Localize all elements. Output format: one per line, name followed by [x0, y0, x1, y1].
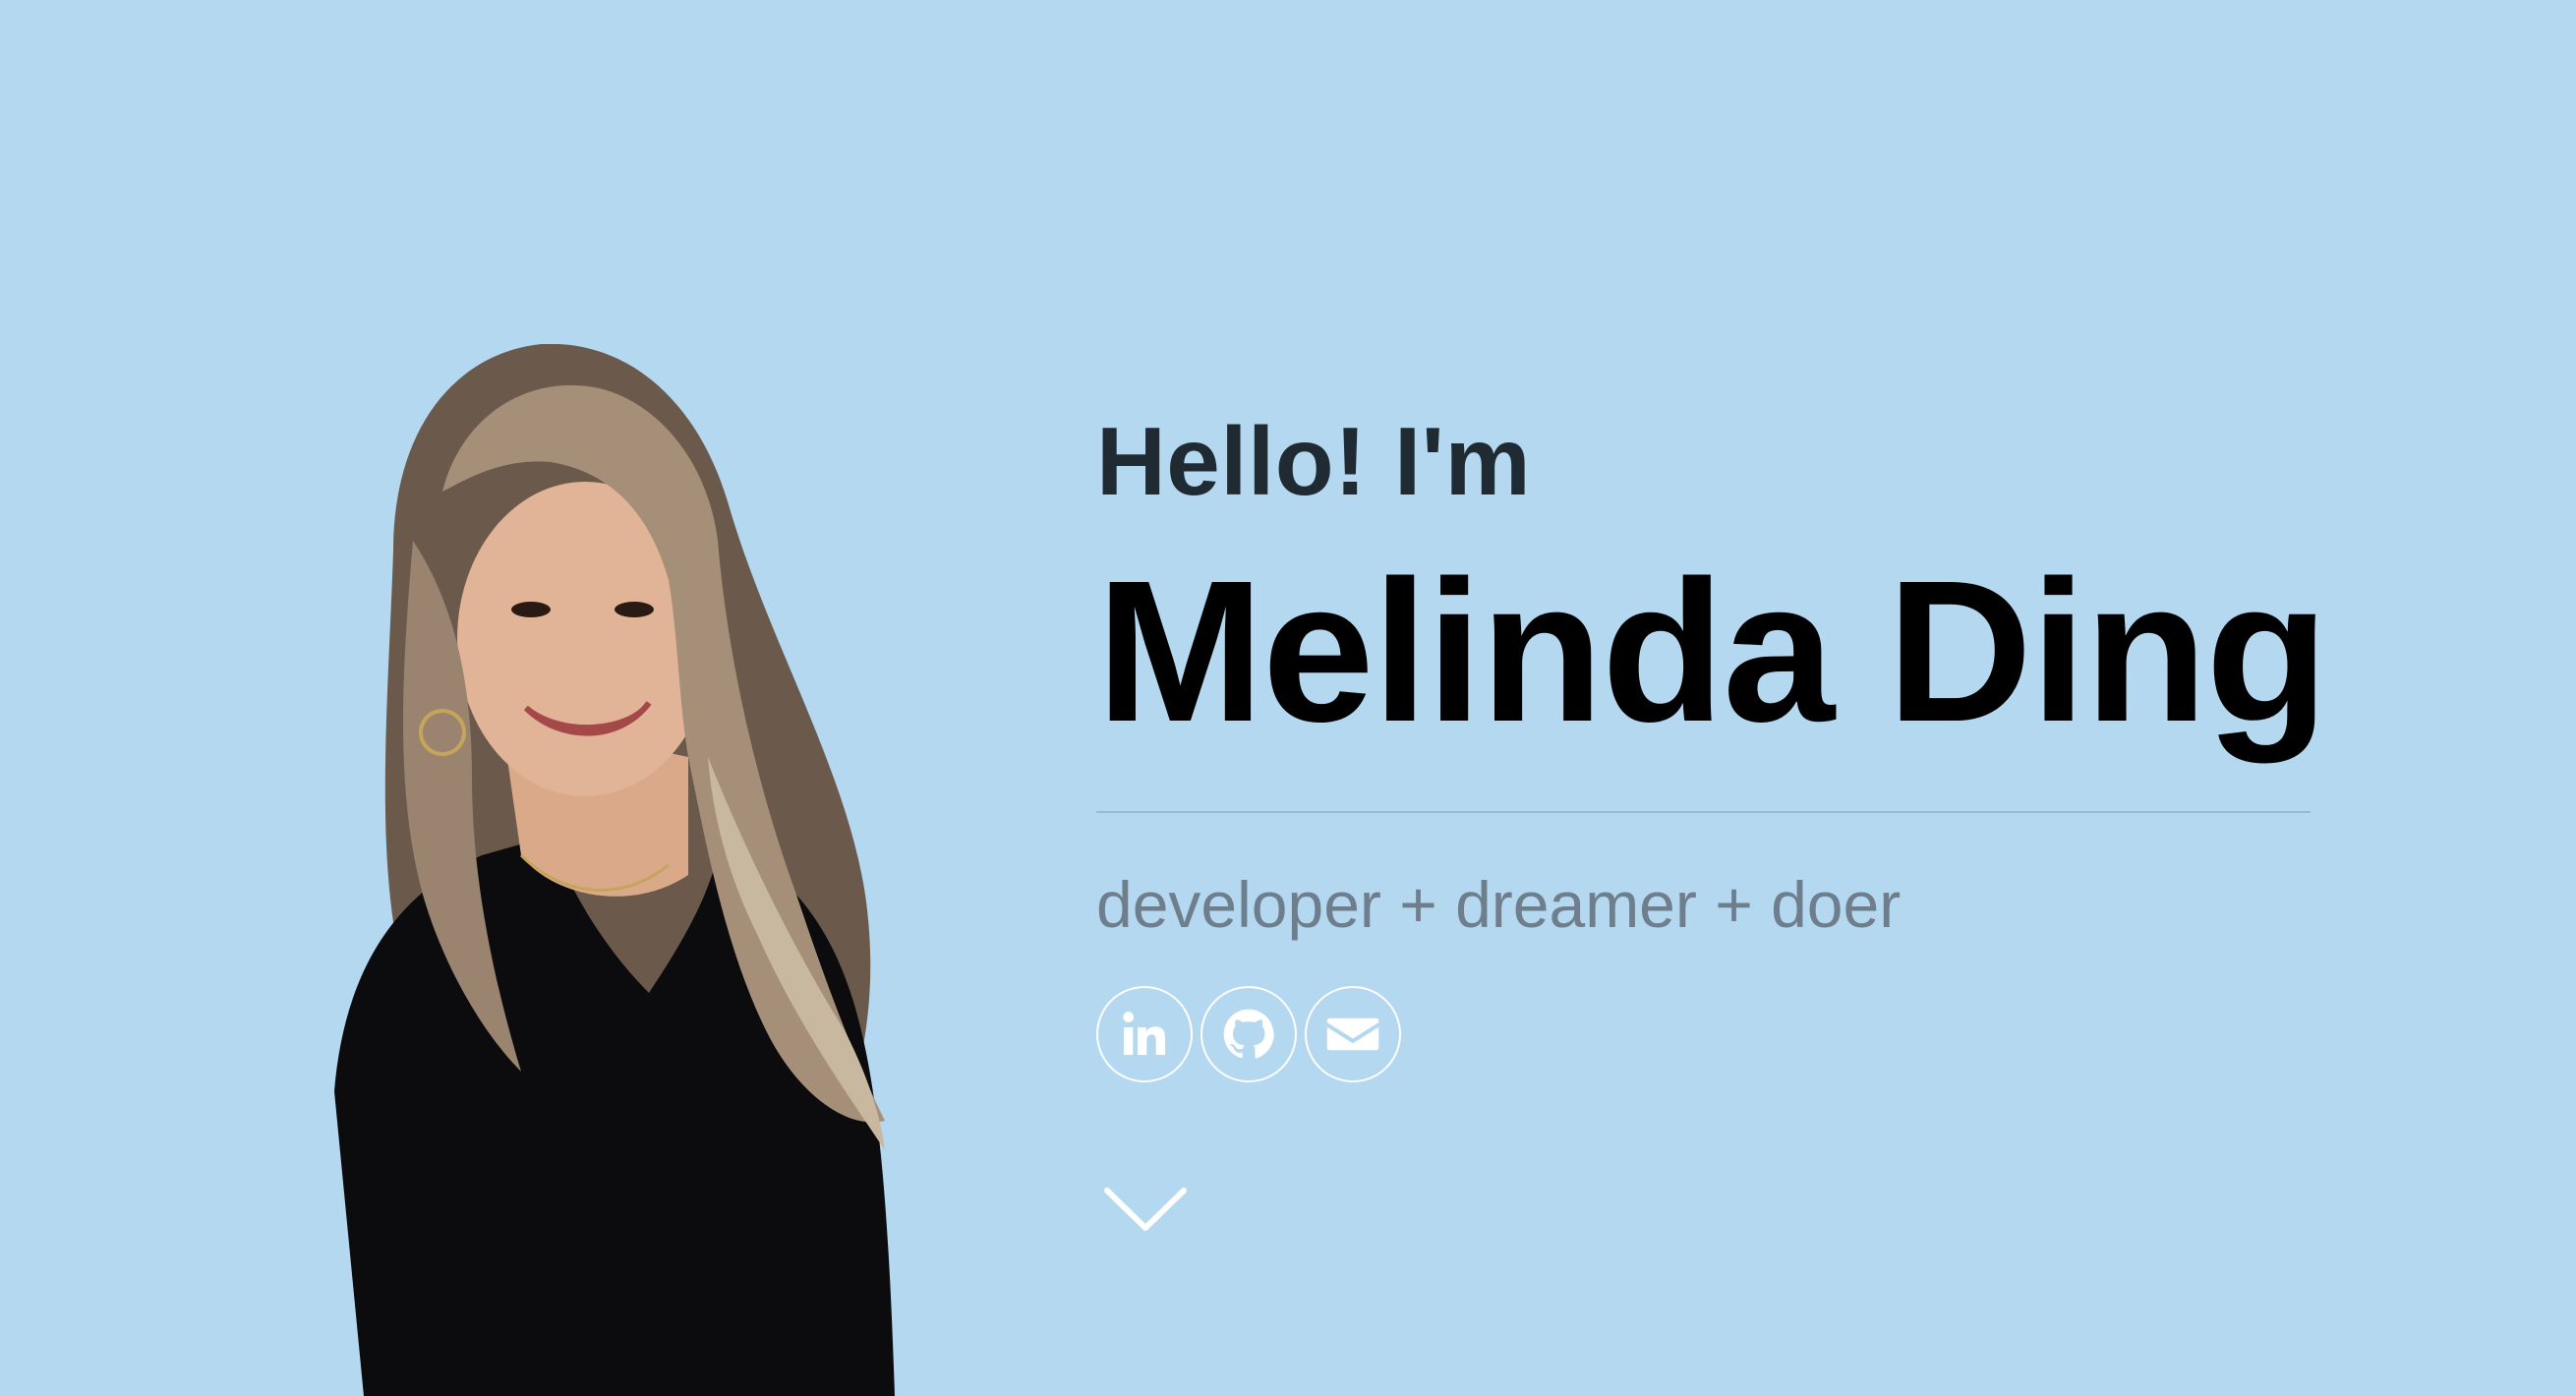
linkedin-button[interactable]	[1096, 986, 1193, 1082]
github-button[interactable]	[1200, 986, 1297, 1082]
github-icon	[1223, 1009, 1274, 1059]
linkedin-icon	[1123, 1012, 1165, 1055]
chevron-down-icon	[1104, 1188, 1187, 1231]
email-button[interactable]	[1305, 986, 1401, 1082]
person-name: Melinda Ding	[1096, 539, 2329, 764]
intro-block: Hello! I'm Melinda Ding developer + drea…	[1096, 407, 2329, 1082]
profile-photo	[334, 344, 905, 1396]
divider	[1096, 811, 2311, 813]
social-links	[1096, 986, 2315, 1082]
email-icon	[1326, 1018, 1379, 1051]
tagline: developer + dreamer + doer	[1096, 868, 1902, 941]
scroll-down-arrow[interactable]	[1101, 1185, 1190, 1238]
hero-section: Hello! I'm Melinda Ding developer + drea…	[0, 0, 2576, 1396]
greeting-text: Hello! I'm	[1096, 407, 1532, 515]
